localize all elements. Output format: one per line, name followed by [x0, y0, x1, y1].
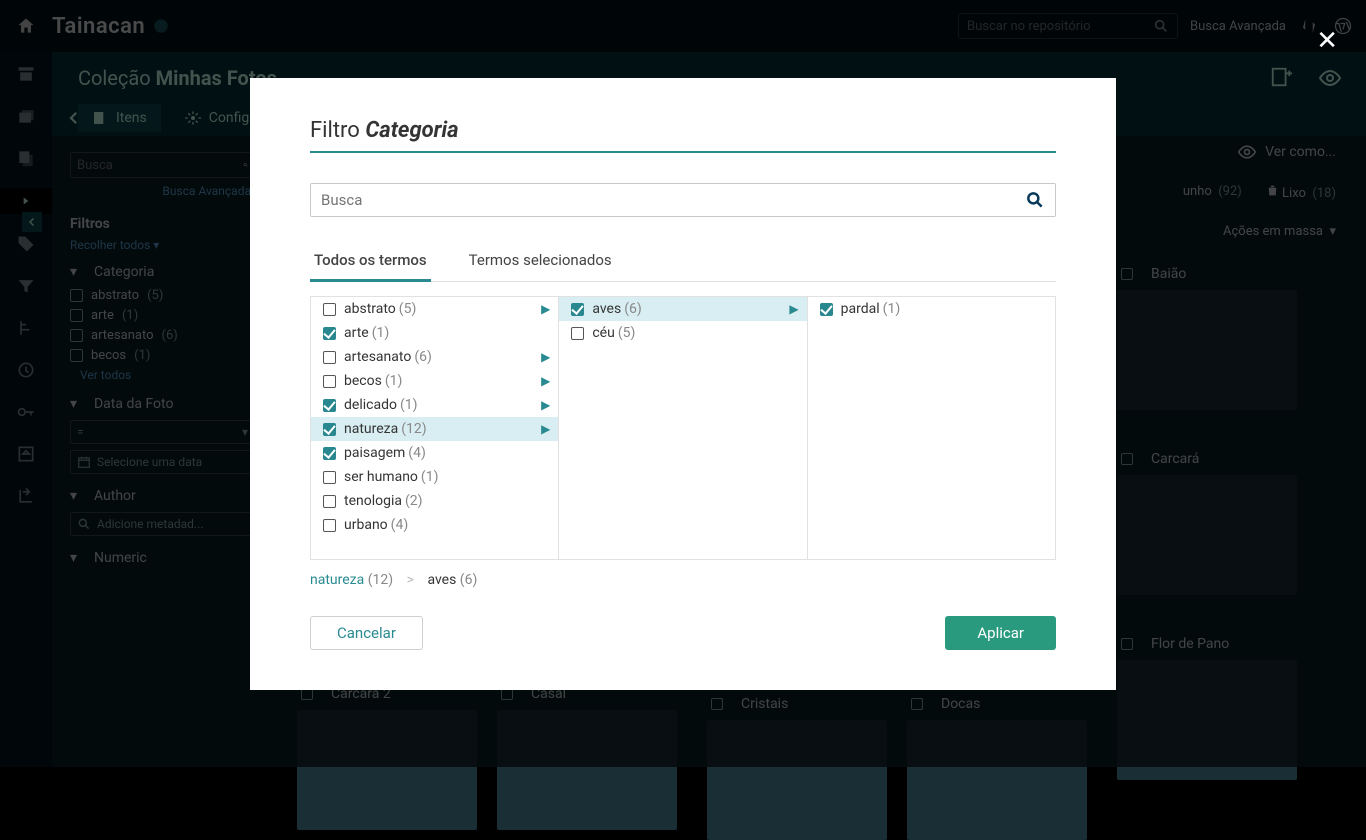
- modal-tabs: Todos os termos Termos selecionados: [310, 243, 1056, 282]
- term-row[interactable]: abstrato (5)▶: [311, 297, 558, 321]
- chevron-right-icon[interactable]: ▶: [789, 302, 798, 316]
- term-row[interactable]: céu (5): [559, 321, 806, 345]
- checkbox-icon[interactable]: [323, 327, 336, 340]
- search-icon[interactable]: [1025, 190, 1045, 210]
- filter-modal: Filtro Categoria Todos os termos Termos …: [250, 78, 1116, 690]
- checkbox-icon[interactable]: [323, 303, 336, 316]
- term-row[interactable]: ser humano (1): [311, 465, 558, 489]
- tab-selected-terms[interactable]: Termos selecionados: [465, 243, 616, 281]
- close-icon[interactable]: ✕: [1316, 26, 1338, 56]
- checkbox-icon[interactable]: [323, 399, 336, 412]
- checkbox-icon[interactable]: [323, 447, 336, 460]
- chevron-right-icon[interactable]: ▶: [541, 302, 550, 316]
- chevron-right-icon[interactable]: ▶: [541, 350, 550, 364]
- term-row[interactable]: arte (1): [311, 321, 558, 345]
- term-row[interactable]: urbano (4): [311, 513, 558, 537]
- term-row[interactable]: artesanato (6)▶: [311, 345, 558, 369]
- cancel-button[interactable]: Cancelar: [310, 616, 423, 650]
- checkbox-icon[interactable]: [571, 303, 584, 316]
- modal-search[interactable]: [310, 183, 1056, 217]
- checkbox-icon[interactable]: [323, 495, 336, 508]
- term-row[interactable]: pardal (1): [808, 297, 1055, 321]
- checkbox-icon[interactable]: [323, 351, 336, 364]
- breadcrumb-level-1: aves: [427, 572, 456, 588]
- tab-all-terms[interactable]: Todos os termos: [310, 243, 431, 282]
- breadcrumb-level-0[interactable]: natureza: [310, 572, 364, 588]
- apply-button[interactable]: Aplicar: [945, 616, 1056, 650]
- checkbox-icon[interactable]: [571, 327, 584, 340]
- term-column-1: aves (6)▶céu (5): [559, 297, 807, 559]
- term-column-0: abstrato (5)▶arte (1)artesanato (6)▶beco…: [311, 297, 559, 559]
- checkbox-icon[interactable]: [820, 303, 833, 316]
- term-row[interactable]: natureza (12)▶: [311, 417, 558, 441]
- modal-overlay: ✕ Filtro Categoria Todos os termos Termo…: [0, 0, 1366, 767]
- chevron-right-icon[interactable]: ▶: [541, 374, 550, 388]
- term-column-2: pardal (1): [808, 297, 1055, 559]
- modal-search-input[interactable]: [321, 191, 1025, 209]
- checkbox-icon[interactable]: [323, 375, 336, 388]
- modal-title: Filtro Categoria: [310, 118, 1056, 153]
- checkbox-icon[interactable]: [323, 423, 336, 436]
- term-row[interactable]: tenologia (2): [311, 489, 558, 513]
- chevron-right-icon[interactable]: ▶: [541, 422, 550, 436]
- term-columns: abstrato (5)▶arte (1)artesanato (6)▶beco…: [310, 296, 1056, 560]
- chevron-right-icon[interactable]: ▶: [541, 398, 550, 412]
- term-row[interactable]: aves (6)▶: [559, 297, 806, 321]
- term-row[interactable]: becos (1)▶: [311, 369, 558, 393]
- checkbox-icon[interactable]: [323, 471, 336, 484]
- term-row[interactable]: paisagem (4): [311, 441, 558, 465]
- checkbox-icon[interactable]: [323, 519, 336, 532]
- term-breadcrumb: natureza (12) > aves (6): [310, 572, 1056, 588]
- term-row[interactable]: delicado (1)▶: [311, 393, 558, 417]
